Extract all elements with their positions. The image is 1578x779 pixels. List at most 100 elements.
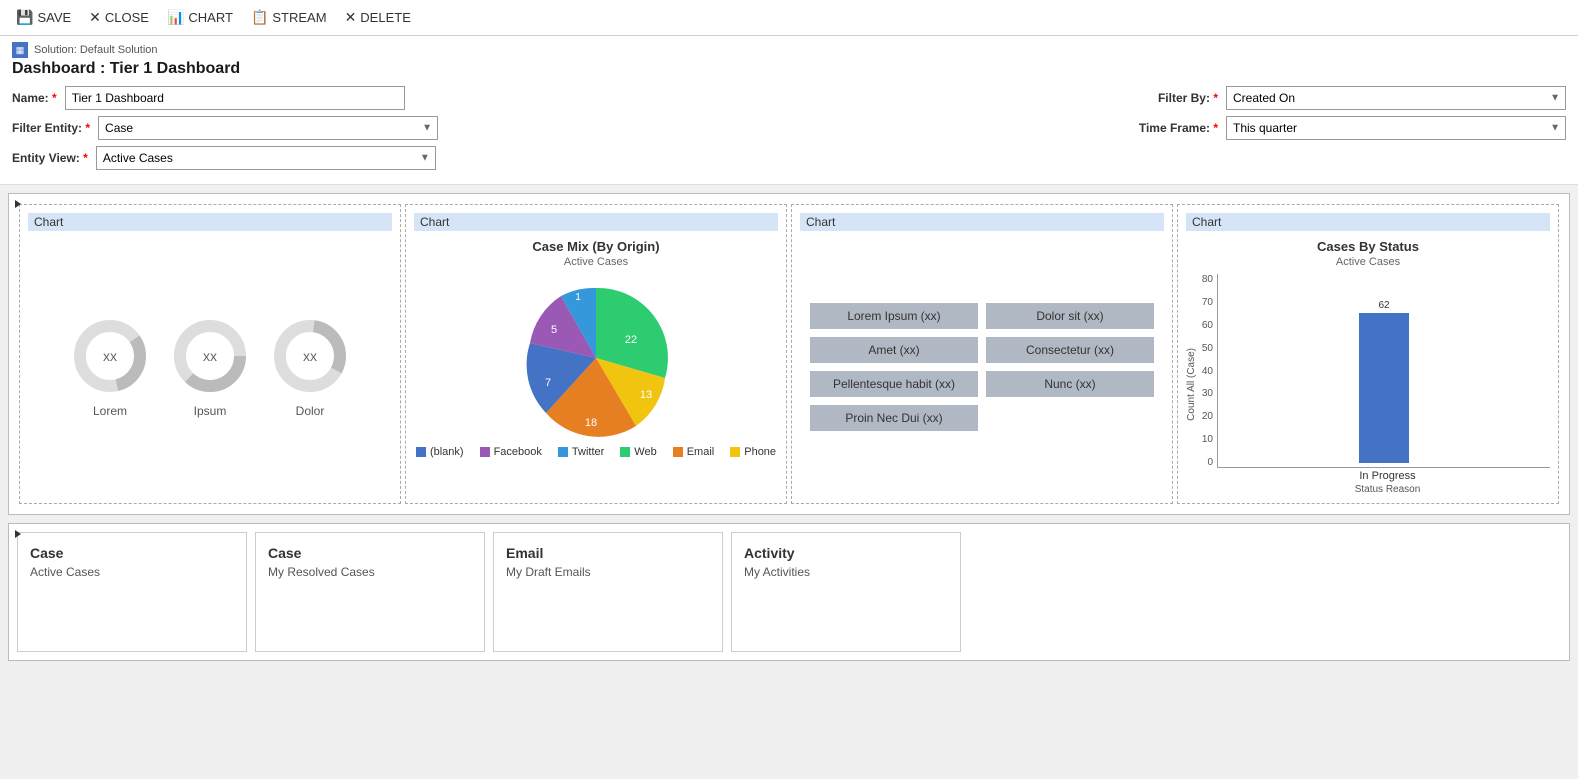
legend-web: Web (620, 446, 656, 458)
y-axis-label: Count All (Case) (1186, 348, 1197, 421)
form-row-2: Filter Entity: * Case ▼ Time Frame: * Th… (12, 116, 1566, 140)
filter-by-required: * (1213, 91, 1218, 105)
list-card-3-sub: My Draft Emails (506, 565, 710, 579)
legend-phone: Phone (730, 446, 776, 458)
entity-view-select[interactable]: Active Cases (96, 146, 436, 170)
filter-entity-label: Filter Entity: * (12, 121, 90, 135)
svg-text:13: 13 (640, 389, 652, 401)
svg-text:xx: xx (203, 348, 217, 364)
donut-item-3: xx Dolor (270, 316, 350, 418)
chart-panel-2: Chart Case Mix (By Origin) Active Cases (405, 204, 787, 504)
tag-nunc[interactable]: Nunc (xx) (986, 371, 1154, 397)
svg-text:7: 7 (545, 377, 551, 389)
list-card-3[interactable]: Email My Draft Emails (493, 532, 723, 652)
tag-lorem-ipsum[interactable]: Lorem Ipsum (xx) (810, 303, 978, 329)
bar-x-label: In Progress (1225, 470, 1550, 482)
stream-icon: 📋 (251, 9, 268, 26)
list-card-1-title: Case (30, 545, 234, 561)
filter-by-select[interactable]: Created On (1226, 86, 1566, 110)
bar-rect-in-progress (1359, 313, 1409, 463)
chart-panel-3: Chart Lorem Ipsum (xx) Dolor sit (xx) Am… (791, 204, 1173, 504)
list-card-2-sub: My Resolved Cases (268, 565, 472, 579)
list-card-3-title: Email (506, 545, 710, 561)
donut-label-3: Dolor (296, 404, 325, 418)
svg-text:xx: xx (103, 348, 117, 364)
svg-text:1: 1 (575, 292, 581, 303)
tag-consectetur[interactable]: Consectetur (xx) (986, 337, 1154, 363)
solution-label: Solution: Default Solution (34, 44, 158, 56)
save-icon: 💾 (16, 9, 33, 26)
svg-text:18: 18 (585, 417, 597, 429)
toolbar: 💾 SAVE ✕ CLOSE 📊 CHART 📋 STREAM ✕ DELETE (0, 0, 1578, 36)
entity-view-group: Entity View: * Active Cases ▼ (12, 146, 436, 170)
time-frame-label: Time Frame: * (1139, 121, 1218, 135)
delete-button[interactable]: ✕ DELETE (337, 5, 419, 30)
lists-section: Case Active Cases Case My Resolved Cases… (8, 523, 1570, 661)
chart-panel-4: Chart Cases By Status Active Cases Count… (1177, 204, 1559, 504)
donut-label-2: Ipsum (194, 404, 227, 418)
chart4-content: Cases By Status Active Cases Count All (… (1186, 239, 1550, 495)
name-label: Name: * (12, 91, 57, 105)
section-collapse-icon[interactable] (15, 200, 21, 208)
svg-text:5: 5 (551, 324, 557, 336)
legend-email-color (673, 447, 683, 457)
pie-chart: 22 13 18 7 5 1 (516, 278, 676, 438)
donut-circle-1: xx (70, 316, 150, 396)
donut-circle-2: xx (170, 316, 250, 396)
legend-web-color (620, 447, 630, 457)
donut-label-1: Lorem (93, 404, 127, 418)
donut-item-2: xx Ipsum (170, 316, 250, 418)
list-card-2[interactable]: Case My Resolved Cases (255, 532, 485, 652)
legend-twitter: Twitter (558, 446, 604, 458)
page-title: Dashboard : Tier 1 Dashboard (12, 60, 1566, 78)
legend-facebook: Facebook (480, 446, 542, 458)
close-icon: ✕ (89, 9, 101, 26)
name-group: Name: * (12, 86, 405, 110)
tag-proin[interactable]: Proin Nec Dui (xx) (810, 405, 978, 431)
chart3-label: Chart (800, 213, 1164, 231)
list-card-1[interactable]: Case Active Cases (17, 532, 247, 652)
chart-icon: 📊 (167, 9, 184, 26)
chart-panel-1: Chart xx Lorem (19, 204, 401, 504)
bar-col-in-progress: 62 (1359, 300, 1409, 463)
y-ticks: 0 10 20 30 40 50 60 70 80 (1197, 274, 1217, 468)
filter-entity-select-wrap: Case ▼ (98, 116, 438, 140)
bar-x-axis-label: Status Reason (1225, 484, 1550, 495)
bar-plot-area: 62 (1217, 274, 1550, 468)
legend-blank-color (416, 447, 426, 457)
page-header: ▦ Solution: Default Solution Dashboard :… (0, 36, 1578, 185)
entity-view-label: Entity View: * (12, 151, 88, 165)
tag-amet[interactable]: Amet (xx) (810, 337, 978, 363)
filter-entity-select[interactable]: Case (98, 116, 438, 140)
bar-value: 62 (1378, 300, 1389, 311)
chart-button[interactable]: 📊 CHART (159, 5, 241, 30)
form-row-1: Name: * Filter By: * Created On ▼ (12, 86, 1566, 110)
donut-circle-3: xx (270, 316, 350, 396)
filter-by-group: Filter By: * Created On ▼ (1158, 86, 1566, 110)
main-content: Chart xx Lorem (0, 185, 1578, 677)
pie-legend: (blank) Facebook Twitter Web (416, 446, 776, 458)
filter-entity-group: Filter Entity: * Case ▼ (12, 116, 438, 140)
list-card-4[interactable]: Activity My Activities (731, 532, 961, 652)
save-button[interactable]: 💾 SAVE (8, 5, 79, 30)
list-card-1-sub: Active Cases (30, 565, 234, 579)
filter-by-select-wrap: Created On ▼ (1226, 86, 1566, 110)
legend-email: Email (673, 446, 715, 458)
time-frame-select[interactable]: This quarter (1226, 116, 1566, 140)
close-button[interactable]: ✕ CLOSE (81, 5, 157, 30)
tag-dolor-sit[interactable]: Dolor sit (xx) (986, 303, 1154, 329)
stream-button[interactable]: 📋 STREAM (243, 5, 335, 30)
chart4-title: Cases By Status (1317, 239, 1419, 254)
solution-icon: ▦ (12, 42, 28, 58)
time-frame-required: * (1213, 121, 1218, 135)
chart2-label: Chart (414, 213, 778, 231)
list-card-4-title: Activity (744, 545, 948, 561)
name-input[interactable] (65, 86, 405, 110)
donut-item-1: xx Lorem (70, 316, 150, 418)
tag-pellentesque[interactable]: Pellentesque habit (xx) (810, 371, 978, 397)
bar-chart-inner: 0 10 20 30 40 50 60 70 80 (1197, 274, 1550, 495)
solution-line: ▦ Solution: Default Solution (12, 42, 1566, 58)
entity-view-required: * (83, 151, 88, 165)
list-card-4-sub: My Activities (744, 565, 948, 579)
section2-collapse-icon[interactable] (15, 530, 21, 538)
